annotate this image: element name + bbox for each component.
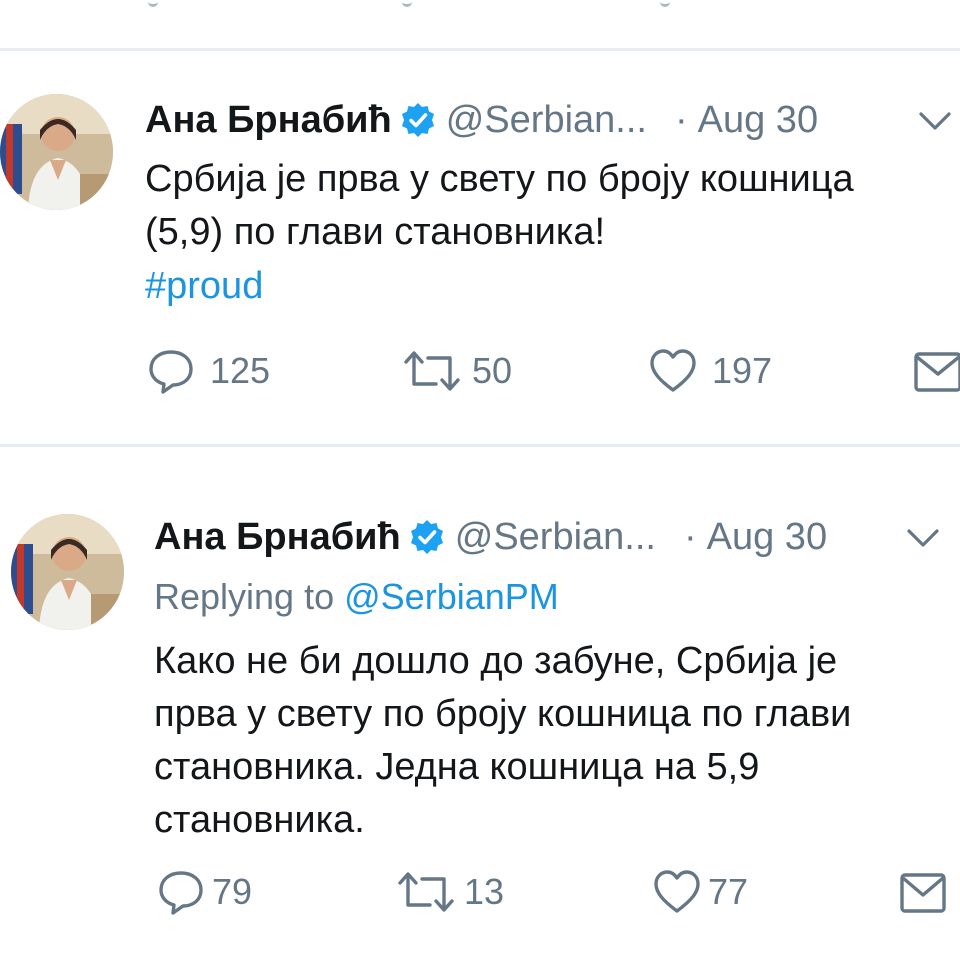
verified-badge-icon bbox=[401, 103, 434, 137]
tweet-card[interactable]: Ана Брнабић @Serbian... · Aug 30 Србија … bbox=[0, 50, 960, 446]
tweet-date[interactable]: Aug 30 bbox=[707, 515, 827, 559]
retweet-count: 50 bbox=[472, 350, 513, 391]
retweet-icon bbox=[404, 351, 460, 391]
hashtag-link[interactable]: #proud bbox=[145, 264, 263, 308]
chevron-down-icon[interactable] bbox=[906, 527, 940, 549]
envelope-icon bbox=[914, 352, 960, 392]
previous-tweet-actions-edge bbox=[0, 0, 960, 14]
like-button[interactable]: 77 bbox=[652, 867, 748, 917]
tweet-header: Ана Брнабић @Serbian... · Aug 30 bbox=[154, 515, 827, 559]
like-button[interactable]: 197 bbox=[648, 346, 772, 396]
verified-badge-icon bbox=[410, 520, 443, 554]
tweet-card[interactable]: Ана Брнабић @Serbian... · Aug 30 Replyin… bbox=[0, 447, 960, 960]
chevron-down-icon[interactable] bbox=[918, 110, 952, 132]
tweet-text: Како не би дошло до забуне, Србија је пр… bbox=[154, 640, 852, 841]
tweet-actions: 125 50 197 bbox=[0, 346, 960, 396]
author-name[interactable]: Ана Брнабић bbox=[154, 515, 401, 559]
reply-button[interactable]: 79 bbox=[156, 867, 252, 917]
avatar-photo bbox=[11, 514, 124, 630]
tweet-date[interactable]: Aug 30 bbox=[698, 98, 818, 142]
heart-icon bbox=[654, 870, 700, 913]
direct-message-button[interactable] bbox=[898, 867, 948, 917]
tweet-actions: 79 13 77 bbox=[0, 867, 960, 917]
reply-bubble-icon bbox=[159, 871, 203, 915]
avatar-photo bbox=[0, 94, 113, 210]
retweet-button[interactable]: 13 bbox=[396, 867, 504, 917]
separator-dot: · bbox=[674, 99, 688, 141]
author-handle[interactable]: @Serbian... bbox=[455, 515, 656, 559]
reply-button[interactable]: 125 bbox=[146, 346, 270, 396]
tweet-timeline: Ана Брнабић @Serbian... · Aug 30 Србија … bbox=[0, 0, 960, 960]
author-handle[interactable]: @Serbian... bbox=[446, 98, 647, 142]
retweet-button[interactable]: 50 bbox=[402, 346, 512, 396]
reply-count: 125 bbox=[210, 350, 271, 391]
tweet-text: Србија је прва у свету по броју кошница … bbox=[145, 158, 854, 253]
replying-to-line: Replying to @SerbianPM bbox=[154, 575, 559, 619]
envelope-icon bbox=[900, 873, 946, 913]
reply-bubble-icon bbox=[149, 350, 193, 394]
avatar[interactable] bbox=[11, 514, 124, 630]
direct-message-button[interactable] bbox=[912, 346, 960, 396]
like-count: 197 bbox=[712, 350, 773, 391]
like-count: 77 bbox=[708, 871, 749, 912]
avatar[interactable] bbox=[0, 94, 113, 210]
replying-to-label: Replying to bbox=[154, 576, 335, 617]
heart-icon bbox=[650, 349, 696, 392]
retweet-count: 13 bbox=[464, 871, 505, 912]
retweet-icon bbox=[398, 872, 454, 912]
author-name[interactable]: Ана Брнабић bbox=[145, 98, 392, 142]
reply-count: 79 bbox=[212, 871, 253, 912]
replying-to-mention[interactable]: @SerbianPM bbox=[344, 576, 559, 617]
tweet-header: Ана Брнабић @Serbian... · Aug 30 bbox=[145, 98, 818, 142]
separator-dot: · bbox=[683, 516, 697, 558]
